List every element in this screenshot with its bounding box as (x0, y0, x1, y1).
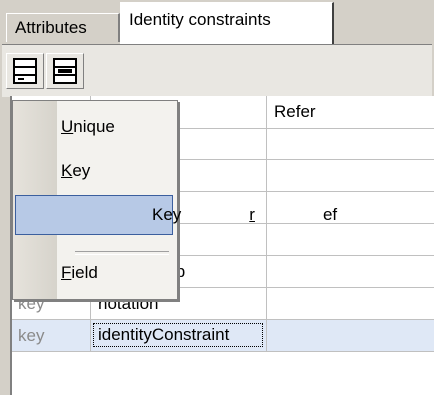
menu-item-label: Key (61, 161, 91, 180)
toolbar (2, 44, 432, 97)
menu-item-key[interactable]: Key (61, 151, 90, 191)
column-header-refer: Refer (274, 102, 316, 121)
insert-row-icon (13, 58, 37, 84)
row-kind: key (18, 326, 45, 345)
row-name-editing[interactable]: identityConstraint (92, 322, 264, 348)
append-row-icon (53, 58, 77, 84)
append-row-button[interactable] (46, 53, 84, 89)
tab-identity-constraints[interactable]: Identity constraints (120, 2, 334, 44)
identity-constraints-panel: Attributes Identity constraints Refer ke… (0, 0, 434, 395)
insert-row-button[interactable] (6, 53, 44, 89)
menu-item-keyref[interactable]: Key r ef (15, 195, 337, 235)
menu-item-label: Field (61, 263, 98, 282)
menu-item-field[interactable]: Field (61, 253, 98, 293)
table-row-selected[interactable]: key identityConstraint (12, 320, 434, 352)
tab-attributes-label: Attributes (15, 18, 87, 37)
tab-attributes[interactable]: Attributes (6, 13, 120, 42)
context-menu: Unique Key Key r ef Field (12, 100, 337, 300)
menu-item-unique[interactable]: Unique (61, 107, 115, 147)
menu-item-label: Unique (61, 117, 115, 136)
tab-strip: Attributes Identity constraints (0, 0, 434, 44)
menu-item-label: Key r ef (152, 205, 338, 224)
tab-identity-constraints-label: Identity constraints (129, 9, 271, 29)
